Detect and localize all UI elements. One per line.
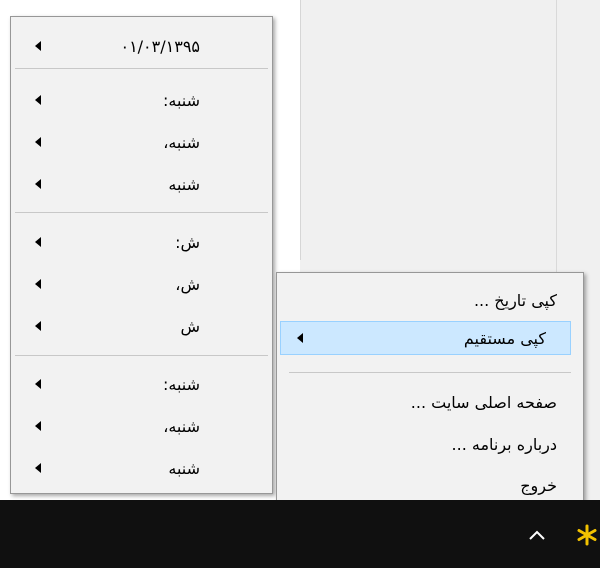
date-menu-item[interactable]: شنبه: bbox=[13, 83, 270, 117]
date-menu-item[interactable]: شنبه bbox=[13, 167, 270, 201]
menu-separator bbox=[15, 212, 268, 213]
submenu-arrow-icon bbox=[35, 279, 41, 289]
submenu-arrow-icon bbox=[35, 95, 41, 105]
date-menu-item-label: ش bbox=[180, 316, 200, 336]
website-home-menu-item[interactable]: صفحه اصلی سایت ... bbox=[279, 385, 581, 419]
date-menu-item[interactable]: شنبه، bbox=[13, 409, 270, 443]
submenu-arrow-icon bbox=[35, 321, 41, 331]
date-menu-item[interactable]: ۰۱/۰۳/۱۳۹۵ bbox=[13, 29, 270, 63]
submenu-arrow-icon bbox=[35, 463, 41, 473]
date-menu-item-label: شنبه، bbox=[163, 132, 200, 152]
date-format-menu: ۰۱/۰۳/۱۳۹۵ شنبه: شنبه، شنبه ش: ش، ش شنبه… bbox=[10, 16, 273, 494]
copy-direct-menu-item[interactable]: کپی مستقیم bbox=[280, 321, 571, 355]
submenu-arrow-icon bbox=[35, 179, 41, 189]
submenu-arrow-icon bbox=[35, 237, 41, 247]
background-divider bbox=[300, 0, 301, 260]
menu-separator bbox=[15, 355, 268, 356]
date-menu-item-label: ش، bbox=[175, 274, 200, 294]
menu-item-label: خروج bbox=[520, 475, 557, 495]
date-menu-item[interactable]: شنبه: bbox=[13, 367, 270, 401]
submenu-arrow-icon bbox=[35, 421, 41, 431]
date-menu-item[interactable]: شنبه، bbox=[13, 125, 270, 159]
date-menu-item-label: شنبه: bbox=[162, 90, 200, 110]
copy-date-menu-item[interactable]: کپی تاریخ ... bbox=[279, 283, 581, 317]
menu-item-label: صفحه اصلی سایت ... bbox=[410, 392, 557, 412]
tray-context-menu: کپی تاریخ ... کپی مستقیم صفحه اصلی سایت … bbox=[276, 272, 584, 512]
date-menu-item-label: شنبه bbox=[168, 458, 200, 478]
menu-item-label: کپی تاریخ ... bbox=[473, 290, 557, 310]
exit-menu-item[interactable]: خروج bbox=[279, 469, 581, 501]
date-menu-item-label: شنبه، bbox=[163, 416, 200, 436]
menu-separator bbox=[15, 68, 268, 69]
desktop-background bbox=[0, 0, 10, 500]
submenu-arrow-icon bbox=[35, 137, 41, 147]
submenu-arrow-icon bbox=[297, 333, 303, 343]
submenu-arrow-icon bbox=[35, 41, 41, 51]
date-menu-item[interactable]: ش، bbox=[13, 267, 270, 301]
chevron-up-icon[interactable] bbox=[526, 526, 548, 544]
date-menu-item[interactable]: ش bbox=[13, 309, 270, 343]
about-menu-item[interactable]: درباره برنامه ... bbox=[279, 427, 581, 461]
menu-item-label: درباره برنامه ... bbox=[451, 434, 557, 454]
date-menu-item-label: ش: bbox=[175, 232, 200, 252]
menu-separator bbox=[289, 372, 571, 373]
date-menu-item-label: ۰۱/۰۳/۱۳۹۵ bbox=[120, 36, 200, 56]
date-menu-item[interactable]: شنبه bbox=[13, 451, 270, 485]
date-menu-item[interactable]: ش: bbox=[13, 225, 270, 259]
date-menu-item-label: شنبه: bbox=[162, 374, 200, 394]
date-menu-item-label: شنبه bbox=[168, 174, 200, 194]
star-icon[interactable] bbox=[574, 522, 600, 548]
taskbar bbox=[0, 500, 600, 568]
menu-item-label: کپی مستقیم bbox=[463, 328, 546, 348]
submenu-arrow-icon bbox=[35, 379, 41, 389]
